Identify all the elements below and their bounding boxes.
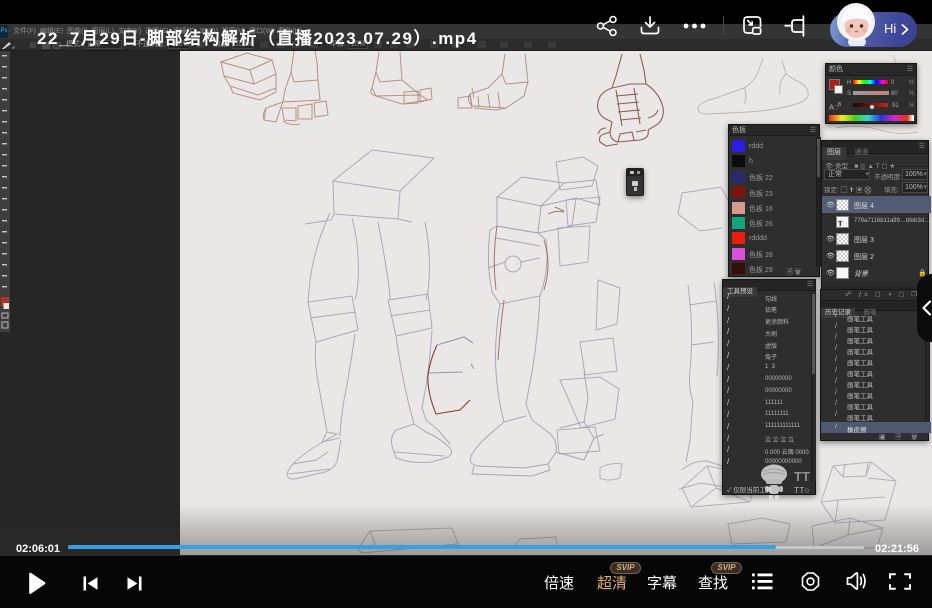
- svg-text:TT○: TT○: [794, 485, 810, 495]
- svg-text:TT: TT: [794, 469, 810, 484]
